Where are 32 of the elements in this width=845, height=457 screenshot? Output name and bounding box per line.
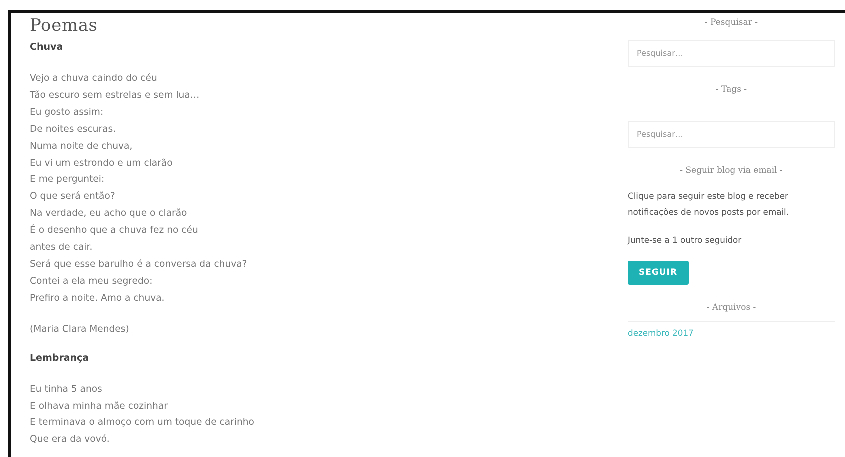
poem-line: Na verdade, eu acho que o clarão xyxy=(30,207,188,222)
follower-count: Junte-se a 1 outro seguidor xyxy=(628,234,743,247)
poem-line: Vejo a chuva caindo do céu xyxy=(30,72,158,86)
poem-author: (Maria Clara Mendes) xyxy=(30,322,130,337)
poem-line: É o desenho que a chuva fez no céu xyxy=(30,223,198,238)
poem-line: E me perguntei: xyxy=(30,173,105,188)
poem-line: Que era da vovó. xyxy=(30,433,110,448)
poem-line: Tão escuro sem estrelas e sem lua… xyxy=(30,88,200,103)
page-title: Poemas xyxy=(30,16,99,36)
poem-line: Prefiro a noite. Amo a chuva. xyxy=(30,292,165,306)
poem-line: Eu gosto assim: xyxy=(30,106,104,120)
follow-description: Clique para seguir este blog e receber notificações de novos posts por email. xyxy=(628,190,790,219)
poem-line: Será que esse barulho é a conversa da chuva? xyxy=(30,258,248,272)
poem-title: Lembrança xyxy=(30,352,90,364)
archive-link[interactable]: dezembro 2017 xyxy=(628,328,694,338)
poem-line: Numa noite de chuva, xyxy=(30,140,133,154)
poem-line: O que será então? xyxy=(30,190,116,204)
widget-heading: - Seguir blog via email - xyxy=(679,166,784,176)
widget-heading: - Tags - xyxy=(714,85,748,95)
poem-line: Contei a ela meu segredo: xyxy=(30,274,153,289)
follow-button[interactable]: SEGUIR xyxy=(628,261,689,285)
widget-heading: - Pesquisar - xyxy=(704,18,759,28)
widget-heading: - Arquivos - xyxy=(706,303,758,313)
search-field[interactable]: Pesquisar… xyxy=(628,40,835,67)
poem-title: Chuva xyxy=(30,42,64,53)
poem-line: De noites escuras. xyxy=(30,122,116,137)
poem-line: E olhava minha mãe cozinhar xyxy=(30,400,168,414)
poem-line: E terminava o almoço com um toque de carinho xyxy=(30,416,254,430)
poem-line: Eu vi um estrondo e um clarão xyxy=(30,156,173,171)
poem-line: Eu tinha 5 anos xyxy=(30,382,102,397)
search-field[interactable]: Pesquisar… xyxy=(628,121,835,148)
poem-line: antes de cair. xyxy=(30,241,93,256)
